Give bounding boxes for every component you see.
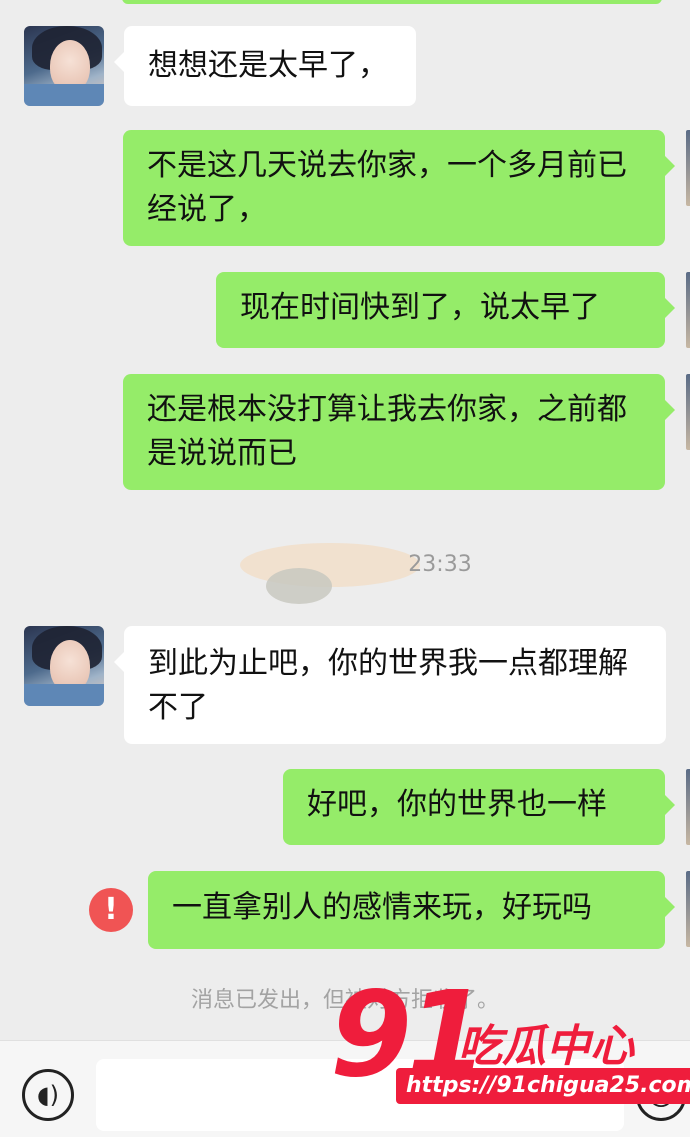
self-avatar[interactable] <box>686 769 690 845</box>
chat-area[interactable]: 想想还是太早了， 不是这几天说去你家，一个多月前已经说了， 现在时间快到了，说太… <box>0 0 690 1040</box>
message-bubble-incoming[interactable]: 到此为止吧，你的世界我一点都理解不了 <box>114 626 666 744</box>
message-text: 还是根本没打算让我去你家，之前都是说说而已 <box>147 392 627 471</box>
message-bubble-outgoing[interactable]: 一直拿别人的感情来玩，好玩吗 <box>148 871 675 949</box>
message-bubble-outgoing[interactable]: 现在时间快到了，说太早了 <box>216 272 675 348</box>
message-bubble-outgoing[interactable]: 好吧，你的世界也一样 <box>283 769 675 845</box>
message-bubble-incoming[interactable]: 想想还是太早了， <box>114 26 416 106</box>
send-failed-icon[interactable]: ! <box>89 888 133 932</box>
self-avatar[interactable] <box>686 871 690 947</box>
message-text: 到此为止吧，你的世界我一点都理解不了 <box>148 646 628 725</box>
voice-icon[interactable]: ◖) <box>22 1069 74 1121</box>
timestamp: 23:33 <box>408 552 472 577</box>
message-bubble-outgoing[interactable]: 还是根本没打算让我去你家，之前都是说说而已 <box>123 374 675 490</box>
watermark: 91 吃瓜中心 https://91chigua25.com <box>330 974 690 1124</box>
contact-avatar[interactable] <box>24 626 104 706</box>
message-text: 想想还是太早了， <box>148 48 388 83</box>
message-text: 一直拿别人的感情来玩，好玩吗 <box>172 890 592 925</box>
self-avatar[interactable] <box>686 130 690 206</box>
self-avatar[interactable] <box>686 374 690 450</box>
message-text: 现在时间快到了，说太早了 <box>240 290 600 325</box>
watermark-url: https://91chigua25.com <box>396 1068 690 1104</box>
message-text: 好吧，你的世界也一样 <box>307 787 607 822</box>
watermark-brand: 吃瓜中心 <box>458 1021 634 1072</box>
self-avatar[interactable] <box>686 272 690 348</box>
message-bubble-outgoing[interactable]: 不是这几天说去你家，一个多月前已经说了， <box>123 130 675 246</box>
message-text: 不是这几天说去你家，一个多月前已经说了， <box>147 148 627 227</box>
previous-message-bubble[interactable] <box>122 0 662 4</box>
contact-avatar[interactable] <box>24 26 104 106</box>
